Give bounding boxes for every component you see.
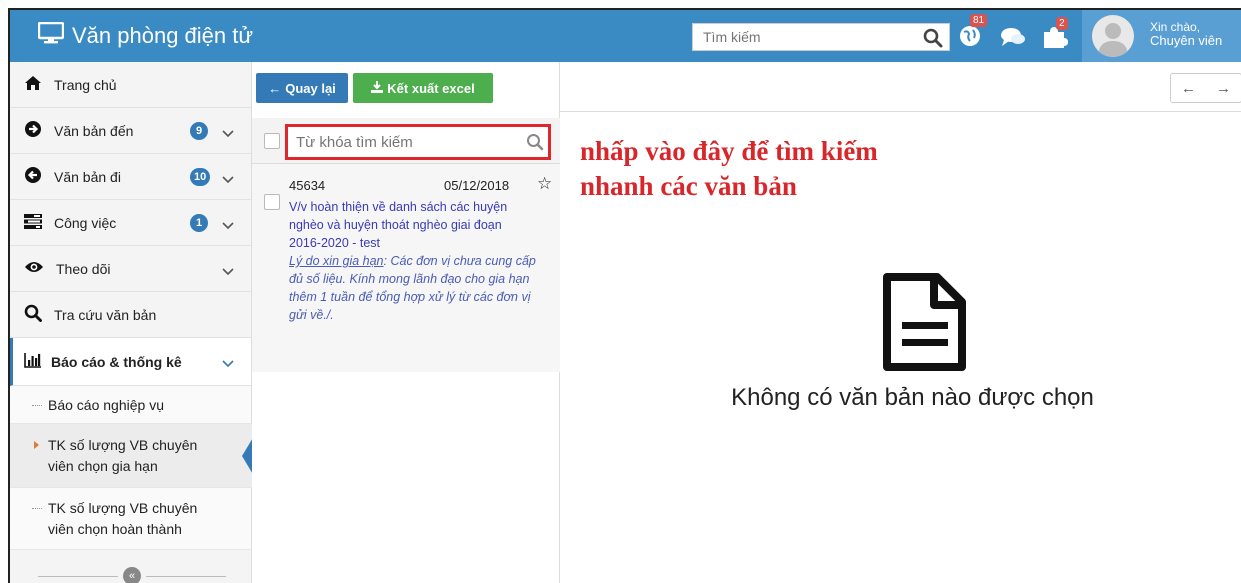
sidebar-item-label: Báo cáo & thống kê: [51, 353, 182, 370]
search-icon[interactable]: [923, 28, 943, 53]
annotation-line: nhấp vào đây để tìm kiếm: [580, 136, 878, 166]
subitem-label: TK số lượng VB chuyên viên chọn hoàn thà…: [48, 500, 198, 537]
chevron-down-icon[interactable]: [222, 217, 234, 233]
sidebar: Trang chủ Văn bản đến 9 Văn bản đi 10 Cô…: [10, 62, 254, 583]
subitem-label: TK số lượng VB chuyên viên chọn gia hạn: [48, 437, 198, 474]
globe-icon: [958, 26, 982, 52]
doc-title[interactable]: V/v hoàn thiện về danh sách các huyện ng…: [289, 198, 534, 252]
bar-chart-icon: [24, 352, 42, 371]
search-icon: [24, 304, 42, 325]
arrow-left-circle-icon: [24, 166, 42, 187]
count-badge: 10: [190, 168, 211, 186]
list-header: [252, 118, 560, 164]
home-icon: [24, 75, 42, 94]
export-excel-label: Kết xuất excel: [387, 80, 475, 96]
count-badge: 9: [190, 122, 208, 140]
subitem-label: Báo cáo nghiệp vụ: [48, 397, 164, 413]
arrow-left-icon: ←: [268, 80, 282, 96]
sidebar-item-label: Công việc: [54, 214, 117, 231]
user-greeting: Xin chào, Chuyên viên: [1150, 20, 1222, 48]
download-icon: [371, 80, 384, 96]
sidebar-item-outgoing-docs[interactable]: Văn bản đi 10: [10, 154, 251, 200]
greeting-text: Xin chào,: [1150, 20, 1201, 34]
sidebar-item-label: Tra cứu văn bản: [54, 306, 157, 323]
reason-label: Lý do xin gia hạn: [289, 254, 384, 268]
document-icon: [882, 272, 968, 377]
sidebar-subitem-completion-stats[interactable]: TK số lượng VB chuyên viên chọn hoàn thà…: [10, 488, 251, 550]
sidebar-item-label: Trang chủ: [54, 76, 117, 93]
user-role: Chuyên viên: [1150, 33, 1223, 48]
back-button[interactable]: ← Quay lại: [256, 73, 348, 103]
count-badge: 1: [190, 214, 208, 232]
keyword-search-input[interactable]: [288, 127, 508, 157]
collapse-sidebar-button[interactable]: «: [123, 567, 141, 583]
globe-notification[interactable]: 81: [958, 14, 988, 53]
eye-icon: [24, 260, 44, 277]
doc-date: 05/12/2018: [444, 178, 510, 193]
chevron-down-icon[interactable]: [222, 355, 234, 371]
top-header: Văn phòng điện tử 81 2: [10, 10, 1241, 62]
arrow-left-icon[interactable]: ←: [1181, 80, 1196, 97]
tasks-icon: [24, 213, 42, 232]
keyword-search[interactable]: [285, 124, 551, 160]
sidebar-item-follow[interactable]: Theo dõi: [10, 246, 251, 292]
user-menu[interactable]: Xin chào, Chuyên viên: [1082, 10, 1241, 62]
item-checkbox[interactable]: [264, 194, 280, 210]
annotation-line: nhanh các văn bản: [580, 171, 797, 201]
chevron-down-icon[interactable]: [222, 263, 234, 279]
back-button-label: Quay lại: [285, 80, 336, 96]
tree-connector: [32, 508, 42, 509]
chevron-down-icon[interactable]: [222, 125, 234, 141]
search-icon[interactable]: [526, 133, 544, 156]
avatar: [1092, 15, 1134, 57]
export-excel-button[interactable]: Kết xuất excel: [353, 73, 493, 103]
doc-extension-reason: Lý do xin gia hạn: Các đơn vị chưa cung …: [289, 252, 547, 324]
apps-badge: 2: [1056, 17, 1068, 30]
document-detail-panel: ← → nhấp vào đây để tìm kiếm nhanh các v…: [560, 62, 1241, 583]
star-icon[interactable]: ☆: [537, 174, 552, 194]
chat-button[interactable]: [1000, 26, 1026, 53]
tree-connector: [32, 405, 42, 406]
sidebar-item-incoming-docs[interactable]: Văn bản đến 9: [10, 108, 251, 154]
arrow-right-icon[interactable]: →: [1216, 80, 1231, 97]
arrow-right-circle-icon: [24, 120, 42, 141]
monitor-icon: [37, 21, 65, 50]
app-window: Văn phòng điện tử 81 2: [8, 8, 1241, 583]
chat-icon: [1000, 28, 1026, 52]
list-item[interactable]: 45634 05/12/2018 ☆ V/v hoàn thiện về dan…: [252, 164, 560, 372]
notification-badge: 81: [970, 14, 988, 27]
sidebar-item-home[interactable]: Trang chủ: [10, 62, 251, 108]
sidebar-item-reports[interactable]: Báo cáo & thống kê: [10, 338, 251, 386]
empty-state-message: Không có văn bản nào được chọn: [731, 384, 1094, 411]
pager: ← →: [1170, 73, 1241, 103]
detail-toolbar: ← →: [560, 62, 1241, 112]
divider: [38, 576, 118, 577]
sidebar-item-label: Văn bản đi: [54, 168, 121, 185]
active-caret-icon: [34, 441, 39, 449]
sidebar-item-tasks[interactable]: Công việc 1: [10, 200, 251, 246]
select-all-checkbox[interactable]: [264, 133, 280, 149]
sidebar-item-search-docs[interactable]: Tra cứu văn bản: [10, 292, 251, 338]
apps-button[interactable]: 2: [1042, 17, 1068, 53]
sidebar-item-label: Văn bản đến: [54, 122, 134, 139]
global-search[interactable]: [692, 23, 950, 51]
doc-number: 45634: [289, 178, 326, 193]
divider: [146, 576, 226, 577]
global-search-input[interactable]: [693, 24, 903, 50]
sidebar-subitem-extension-stats[interactable]: TK số lượng VB chuyên viên chọn gia hạn: [10, 424, 254, 488]
chevron-down-icon[interactable]: [222, 171, 234, 187]
document-list-panel: ← Quay lại Kết xuất excel 45634 05/12/20…: [252, 62, 560, 583]
instruction-annotation: nhấp vào đây để tìm kiếm nhanh các văn b…: [580, 134, 878, 204]
puzzle-icon: [1042, 27, 1068, 52]
app-title: Văn phòng điện tử: [72, 23, 254, 48]
sidebar-item-label: Theo dõi: [56, 260, 111, 277]
app-brand[interactable]: Văn phòng điện tử: [37, 21, 254, 50]
sidebar-subitem-business-report[interactable]: Báo cáo nghiệp vụ: [10, 386, 251, 424]
